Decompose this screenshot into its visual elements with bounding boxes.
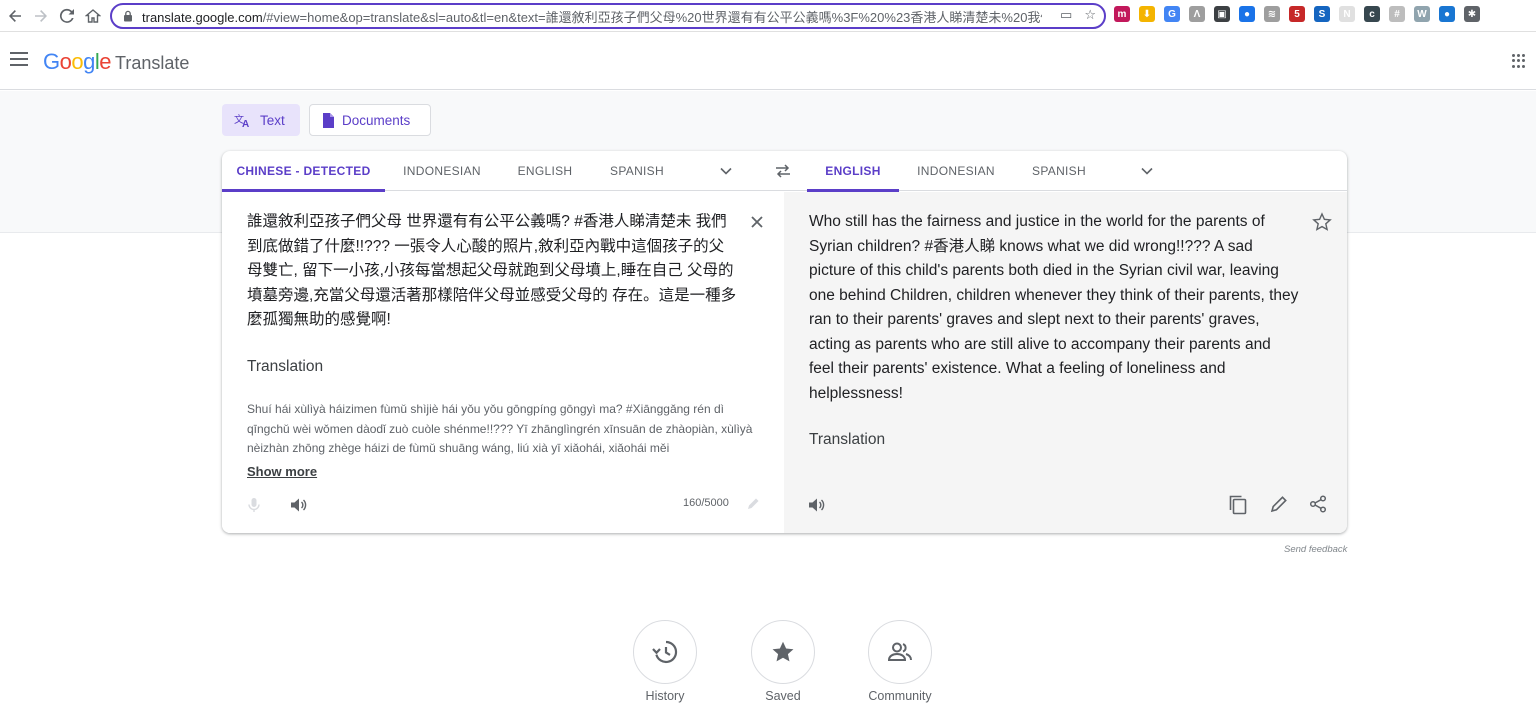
w-ext-icon[interactable]: W bbox=[1414, 6, 1430, 22]
history-button[interactable]: History bbox=[633, 620, 697, 703]
language-bar: CHINESE - DETECTED INDONESIAN ENGLISH SP… bbox=[222, 151, 1347, 192]
microphone-icon[interactable] bbox=[246, 497, 262, 513]
target-lang-english[interactable]: ENGLISH bbox=[807, 151, 899, 192]
forward-arrow-icon[interactable] bbox=[30, 5, 52, 27]
google-apps-icon[interactable] bbox=[1512, 54, 1526, 68]
speaker-icon[interactable] bbox=[808, 497, 826, 513]
history-icon bbox=[652, 640, 678, 664]
google-translate-logo[interactable]: Google Translate bbox=[43, 49, 189, 75]
target-translation-heading: Translation bbox=[809, 431, 886, 448]
svg-text:A: A bbox=[242, 119, 249, 128]
character-counter: 160/5000 bbox=[683, 497, 729, 509]
text-mode-button[interactable]: 文 A Text bbox=[222, 104, 300, 136]
box-ext-icon[interactable]: ▣ bbox=[1214, 6, 1230, 22]
source-pane: 誰還敘利亞孩子們父母 世界還有有公平公義嗎? #香港人睇清楚未 我們到底做錯了什… bbox=[222, 192, 784, 533]
star-outline-icon[interactable] bbox=[1312, 212, 1332, 232]
hamburger-menu-icon[interactable] bbox=[10, 52, 28, 66]
target-pane: Who still has the fairness and justice i… bbox=[784, 192, 1347, 533]
translate-ext-icon[interactable]: G bbox=[1164, 6, 1180, 22]
shield-ext-icon[interactable]: 5 bbox=[1289, 6, 1305, 22]
swap-languages-icon[interactable] bbox=[774, 163, 792, 179]
clear-source-icon[interactable] bbox=[749, 214, 765, 230]
saved-label: Saved bbox=[765, 689, 801, 703]
reload-icon[interactable] bbox=[56, 5, 78, 27]
s-ext-icon[interactable]: S bbox=[1314, 6, 1330, 22]
url-text: translate.google.com/#view=home&op=trans… bbox=[142, 9, 1042, 25]
documents-mode-button[interactable]: Documents bbox=[309, 104, 431, 136]
speaker-icon[interactable] bbox=[290, 497, 308, 513]
target-lang-indonesian[interactable]: INDONESIAN bbox=[909, 151, 1003, 191]
extensions-bar: m ⬇ G Λ ▣ ● ≋ 5 S Nc # W ● ✱ bbox=[1114, 6, 1480, 22]
source-translation-heading: Translation bbox=[247, 358, 324, 375]
address-bar[interactable]: translate.google.com/#view=home&op=trans… bbox=[110, 3, 1106, 29]
bookmark-star-icon[interactable]: ☆ bbox=[1084, 7, 1096, 23]
nvp-ext-icon[interactable]: N bbox=[1339, 6, 1355, 22]
send-feedback-link[interactable]: Send feedback bbox=[1284, 544, 1347, 555]
source-lang-spanish[interactable]: SPANISH bbox=[597, 151, 677, 191]
document-icon bbox=[323, 112, 334, 128]
source-lang-english[interactable]: ENGLISH bbox=[505, 151, 585, 191]
translation-card: CHINESE - DETECTED INDONESIAN ENGLISH SP… bbox=[222, 151, 1347, 533]
pencil-icon[interactable] bbox=[746, 497, 760, 511]
puzzle-ext-icon[interactable]: ✱ bbox=[1464, 6, 1480, 22]
romanization-text: Shuí hái xùlìyà háizimen fùmǔ shìjiè hái… bbox=[247, 402, 753, 455]
source-lang-detected[interactable]: CHINESE - DETECTED bbox=[222, 151, 385, 192]
show-more-link[interactable]: Show more bbox=[247, 464, 317, 479]
source-lang-indonesian[interactable]: INDONESIAN bbox=[392, 151, 492, 191]
documents-mode-label: Documents bbox=[342, 112, 411, 128]
translated-text: Who still has the fairness and justice i… bbox=[809, 213, 1299, 402]
copy-icon[interactable] bbox=[1229, 495, 1247, 515]
a-ext-icon[interactable]: Λ bbox=[1189, 6, 1205, 22]
back-arrow-icon[interactable] bbox=[4, 5, 26, 27]
lock-icon bbox=[124, 10, 132, 22]
target-lang-spanish[interactable]: SPANISH bbox=[1019, 151, 1099, 191]
history-label: History bbox=[645, 689, 685, 703]
edit-pencil-icon[interactable] bbox=[1270, 495, 1288, 513]
chevron-down-icon[interactable] bbox=[719, 164, 733, 178]
download-ext-icon[interactable]: ⬇ bbox=[1139, 6, 1155, 22]
translate-icon: 文 A bbox=[234, 113, 249, 128]
saved-button[interactable]: Saved bbox=[751, 620, 815, 703]
dot-ext-icon[interactable]: ● bbox=[1439, 6, 1455, 22]
cast-icon[interactable]: ▭ bbox=[1060, 7, 1072, 23]
chevron-down-icon[interactable] bbox=[1140, 164, 1154, 178]
grid-ext-icon[interactable]: # bbox=[1389, 6, 1405, 22]
c-ext-icon[interactable]: c bbox=[1364, 6, 1380, 22]
community-label: Community bbox=[868, 689, 932, 703]
community-button[interactable]: Community bbox=[868, 620, 932, 703]
browser-toolbar: translate.google.com/#view=home&op=trans… bbox=[0, 0, 1536, 32]
audio-ext-icon[interactable]: ≋ bbox=[1264, 6, 1280, 22]
text-mode-label: Text bbox=[260, 112, 285, 128]
share-icon[interactable] bbox=[1309, 495, 1327, 513]
globe-ext-icon[interactable]: ● bbox=[1239, 6, 1255, 22]
star-filled-icon bbox=[772, 641, 794, 662]
m-ext-icon[interactable]: m bbox=[1114, 6, 1130, 22]
home-icon[interactable] bbox=[82, 5, 104, 27]
community-icon bbox=[887, 642, 912, 661]
source-textarea[interactable]: 誰還敘利亞孩子們父母 世界還有有公平公義嗎? #香港人睇清楚未 我們到底做錯了什… bbox=[247, 210, 737, 333]
app-header: Google Translate bbox=[0, 32, 1536, 90]
